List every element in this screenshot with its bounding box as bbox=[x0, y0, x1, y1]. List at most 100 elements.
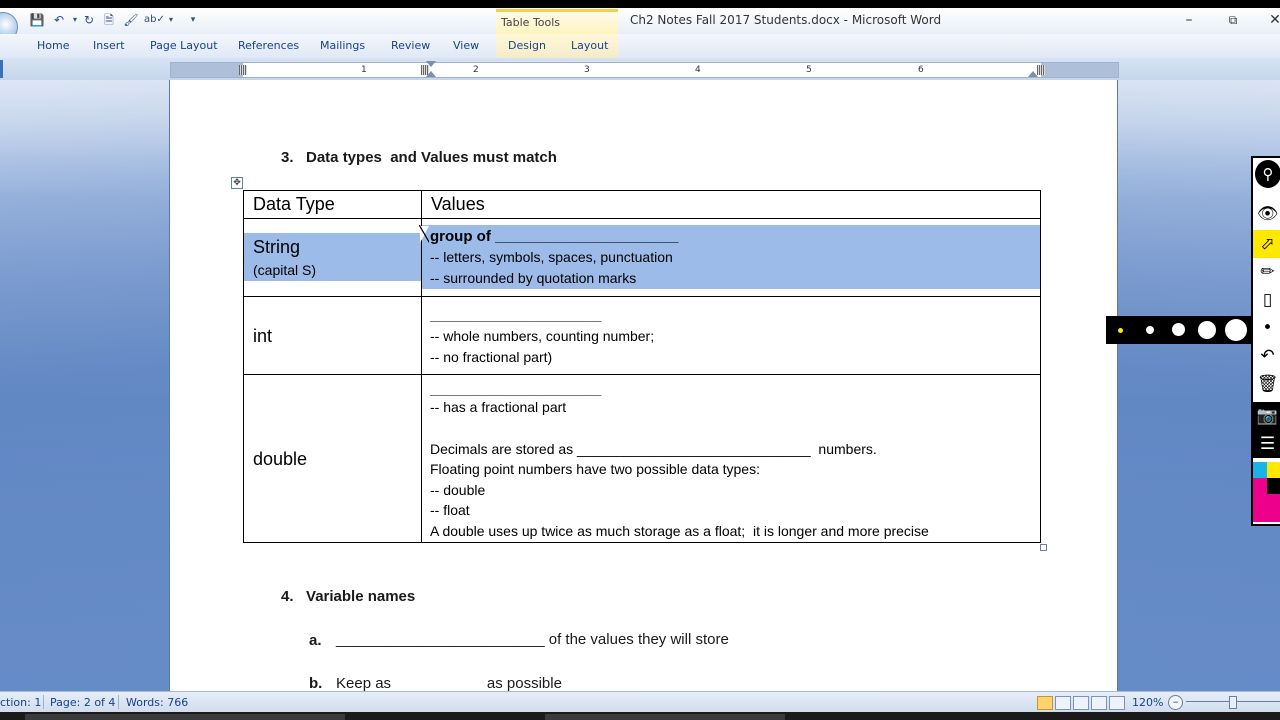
color-swatch-magenta[interactable] bbox=[1253, 478, 1267, 522]
status-words[interactable]: Words: 766 bbox=[126, 696, 188, 709]
mouse-cursor-outline bbox=[419, 225, 429, 243]
value-line: Decimals are stored as _________________… bbox=[430, 441, 877, 457]
type-label: double bbox=[253, 449, 308, 469]
status-page[interactable]: Page: 2 of 4 bbox=[50, 696, 115, 709]
pen-size-dot[interactable] bbox=[1118, 328, 1123, 333]
cursor-icon[interactable]: ⬀ bbox=[1253, 230, 1280, 258]
values-cell-double[interactable]: ______________________ -- has a fraction… bbox=[421, 374, 1041, 543]
value-line: -- no fractional part) bbox=[430, 349, 553, 365]
save-icon[interactable]: 💾 bbox=[28, 11, 46, 29]
close-button[interactable]: ✕ bbox=[1252, 8, 1280, 32]
pen-size-icon[interactable]: • bbox=[1253, 314, 1280, 342]
ruler-left-margin bbox=[171, 63, 243, 77]
ruler-side-marker bbox=[0, 60, 3, 78]
tab-home[interactable]: Home bbox=[37, 39, 69, 52]
color-swatch-black[interactable] bbox=[1267, 478, 1280, 494]
document-page[interactable]: 3. Data types and Values must match ✥ Da… bbox=[170, 80, 1117, 691]
background-wave bbox=[0, 80, 170, 691]
eye-icon[interactable]: 👁 bbox=[1253, 200, 1280, 228]
ruler-number: 6 bbox=[918, 65, 924, 75]
pen-size-dot[interactable] bbox=[1172, 323, 1185, 336]
table-row: double ______________________ -- has a f… bbox=[243, 374, 1041, 543]
value-line: A double uses up twice as much storage a… bbox=[430, 523, 929, 539]
type-label: String bbox=[253, 237, 301, 257]
pen-logo-icon[interactable]: ⚲ bbox=[1255, 160, 1280, 188]
menu-icon[interactable]: ☰ bbox=[1253, 430, 1280, 458]
values-cell-string[interactable]: group of ______________________ -- lette… bbox=[421, 218, 1041, 297]
color-swatch-magenta-2[interactable] bbox=[1267, 494, 1280, 522]
horizontal-ruler[interactable]: 1 2 3 4 5 6 bbox=[170, 61, 1119, 78]
tab-layout[interactable]: Layout bbox=[571, 39, 608, 52]
ruler-right-margin bbox=[1041, 63, 1118, 77]
annotation-toolbar: ⚲ 👁 ⬀ ✏ ▯ • ↶ 🗑 📷 ☰ bbox=[1251, 156, 1280, 526]
tab-mailings[interactable]: Mailings bbox=[320, 39, 365, 52]
type-cell-int[interactable]: int bbox=[243, 296, 422, 375]
ruler-number: 3 bbox=[584, 65, 590, 75]
ruler-indent-marker[interactable] bbox=[426, 61, 436, 67]
header-values[interactable]: Values bbox=[421, 190, 1041, 219]
pen-size-dot[interactable] bbox=[1198, 321, 1216, 339]
pen-size-dot[interactable] bbox=[1225, 319, 1247, 341]
status-divider bbox=[118, 695, 119, 709]
spelling-dropdown-icon[interactable]: ▾ bbox=[162, 11, 180, 29]
table-tools-context-group: Table Tools bbox=[496, 9, 618, 37]
ruler-column-marker[interactable] bbox=[1037, 65, 1045, 75]
redo-icon[interactable]: ↻ bbox=[80, 11, 98, 29]
ruler-column-marker[interactable] bbox=[239, 65, 247, 75]
print-preview-icon[interactable]: 🗎 bbox=[100, 11, 118, 29]
table-row: int ______________________ -- whole numb… bbox=[243, 296, 1041, 375]
document-workspace: 3. Data types and Values must match ✥ Da… bbox=[0, 80, 1280, 691]
view-web-layout-icon[interactable] bbox=[1073, 696, 1089, 710]
list-item-a-label: a. bbox=[309, 632, 322, 649]
undo-arrow-icon[interactable]: ↶ bbox=[1253, 342, 1280, 370]
ruler-right-indent-marker[interactable] bbox=[1028, 71, 1038, 77]
zoom-level[interactable]: 120% bbox=[1132, 696, 1163, 709]
type-cell-double[interactable]: double bbox=[243, 374, 422, 543]
tab-design[interactable]: Design bbox=[508, 39, 546, 52]
value-line: -- surrounded by quotation marks bbox=[430, 270, 637, 286]
tab-insert[interactable]: Insert bbox=[93, 39, 125, 52]
view-print-layout-icon[interactable] bbox=[1037, 696, 1053, 710]
taskbar-segment bbox=[25, 714, 345, 720]
spelling-icon[interactable]: ab✓ bbox=[144, 11, 165, 29]
table-resize-handle[interactable] bbox=[1040, 544, 1047, 551]
header-data-type[interactable]: Data Type bbox=[243, 190, 422, 219]
maximize-button[interactable]: ⧉ bbox=[1210, 8, 1256, 32]
tab-references[interactable]: References bbox=[238, 39, 299, 52]
trash-icon[interactable]: 🗑 bbox=[1253, 370, 1280, 398]
view-draft-icon[interactable] bbox=[1109, 696, 1125, 710]
data-types-table: Data Type Values String (capital S) grou… bbox=[243, 190, 1041, 543]
color-swatch-cyan[interactable] bbox=[1253, 462, 1267, 478]
tab-review[interactable]: Review bbox=[391, 39, 430, 52]
pen-size-dot[interactable] bbox=[1146, 326, 1154, 334]
top-black-strip bbox=[0, 0, 1280, 8]
format-painter-icon[interactable]: 🖌 bbox=[122, 11, 140, 29]
customize-toolbar-icon[interactable]: ▾ bbox=[184, 11, 202, 29]
pen-size-bar[interactable] bbox=[1106, 316, 1251, 344]
eraser-icon[interactable]: ▯ bbox=[1253, 286, 1280, 314]
color-swatch-yellow[interactable] bbox=[1267, 462, 1280, 478]
minimize-button[interactable]: – bbox=[1166, 8, 1212, 32]
view-full-screen-icon[interactable] bbox=[1055, 696, 1071, 710]
status-section[interactable]: ction: 1 bbox=[0, 696, 41, 709]
value-line: ______________________ bbox=[430, 307, 602, 323]
highlighter-icon[interactable]: ✏ bbox=[1253, 258, 1280, 286]
value-line: Floating point numbers have two possible… bbox=[430, 461, 760, 477]
values-cell-int[interactable]: ______________________ -- whole numbers,… bbox=[421, 296, 1041, 375]
ruler-indent-marker[interactable] bbox=[426, 71, 436, 77]
tab-page-layout[interactable]: Page Layout bbox=[150, 39, 218, 52]
table-move-handle-icon[interactable]: ✥ bbox=[231, 177, 243, 189]
camera-icon[interactable]: 📷 bbox=[1253, 402, 1280, 430]
window-title: Ch2 Notes Fall 2017 Students.docx - Micr… bbox=[630, 13, 942, 27]
ruler-bar: 1 2 3 4 5 6 bbox=[0, 58, 1280, 80]
tab-view[interactable]: View bbox=[453, 39, 479, 52]
value-line: group of ______________________ bbox=[430, 228, 679, 245]
ruler-number: 4 bbox=[695, 65, 701, 75]
ruler-number: 2 bbox=[473, 65, 479, 75]
type-cell-string[interactable]: String (capital S) bbox=[243, 218, 422, 297]
section-heading-4: 4. Variable names bbox=[281, 588, 416, 605]
zoom-out-button[interactable]: – bbox=[1168, 695, 1183, 710]
view-outline-icon[interactable] bbox=[1091, 696, 1107, 710]
zoom-slider-thumb[interactable] bbox=[1229, 696, 1237, 709]
value-line: -- double bbox=[430, 482, 486, 498]
